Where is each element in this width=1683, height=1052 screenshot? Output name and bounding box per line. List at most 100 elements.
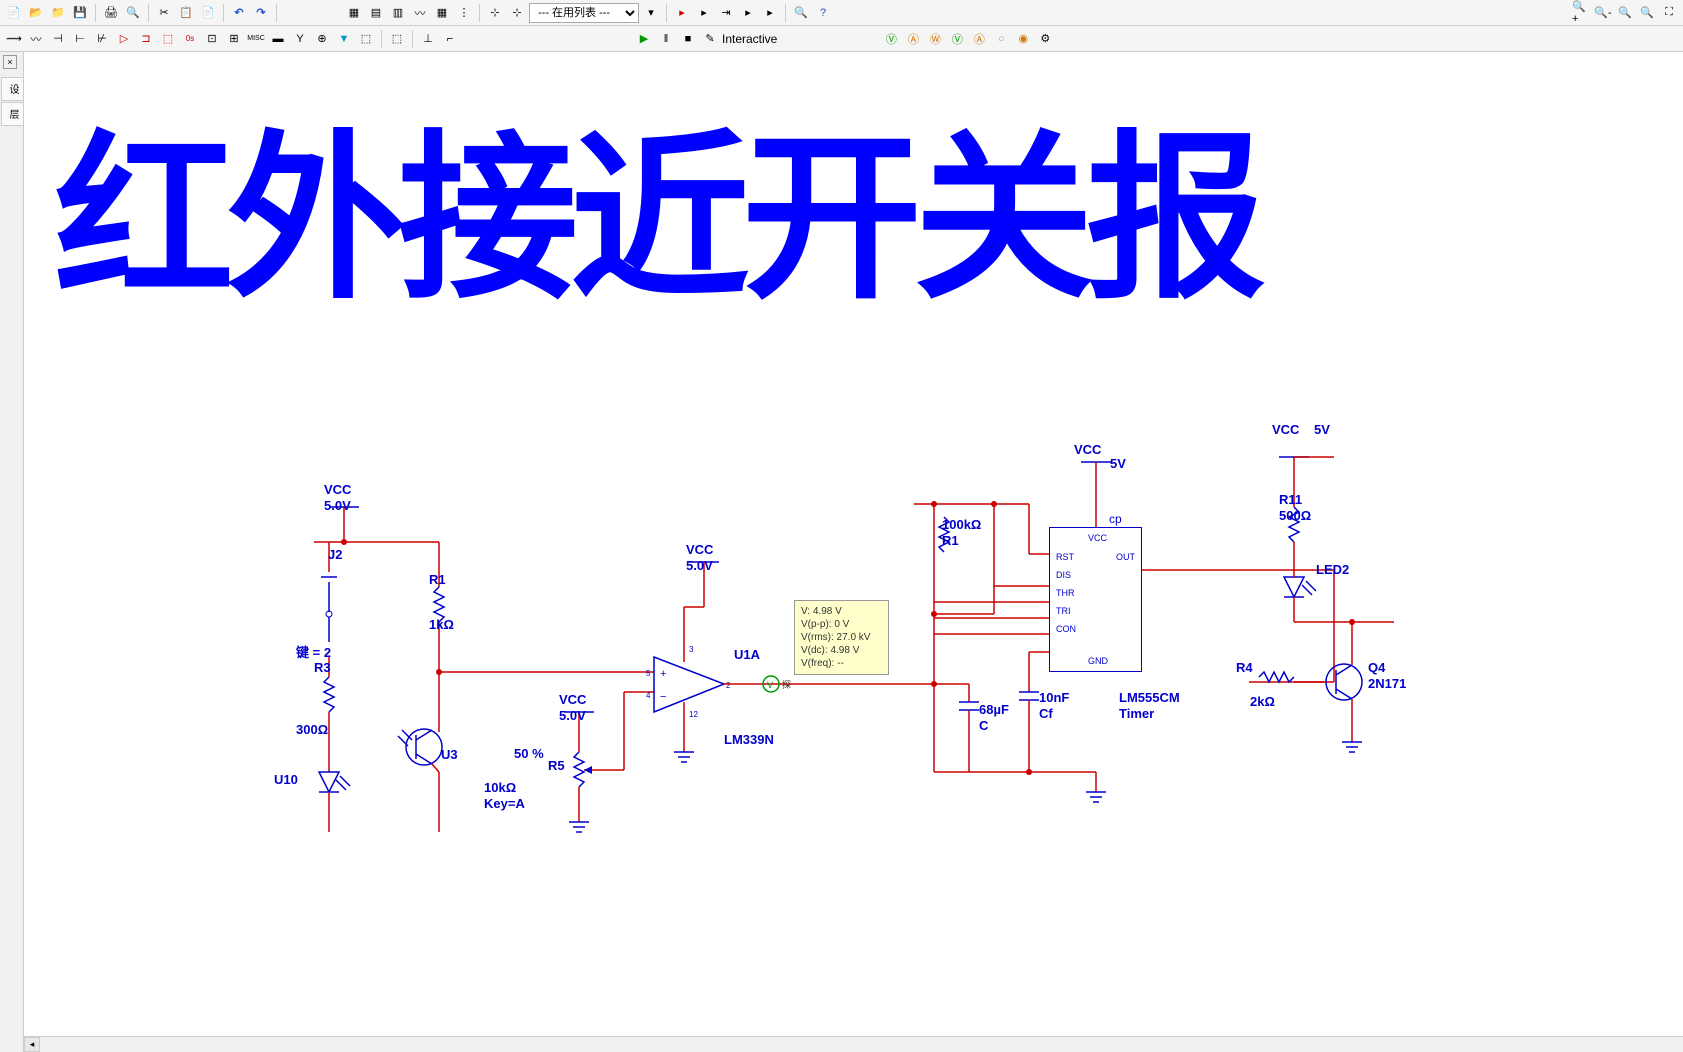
svg-text:V: V bbox=[767, 680, 773, 690]
vcc1-label: VCC bbox=[324, 482, 351, 497]
pause-button[interactable]: ‖ bbox=[656, 29, 676, 49]
place-icon-17[interactable]: ⬚ bbox=[356, 29, 376, 49]
place-icon-4[interactable]: ⊢ bbox=[70, 29, 90, 49]
place-icon-8[interactable]: ⬚ bbox=[158, 29, 178, 49]
probe-v2-icon[interactable]: Ⓥ bbox=[947, 29, 967, 49]
place-icon-16[interactable]: ▼ bbox=[334, 29, 354, 49]
view-icon-1[interactable]: ▦ bbox=[344, 3, 364, 23]
r11-value: 500Ω bbox=[1279, 508, 1311, 523]
r1-value: 1kΩ bbox=[429, 617, 454, 632]
place-icon-13[interactable]: ▬ bbox=[268, 29, 288, 49]
sim-icon-4[interactable]: ▸ bbox=[738, 3, 758, 23]
place-icon-5[interactable]: ⊬ bbox=[92, 29, 112, 49]
r5-key: Key=A bbox=[484, 796, 525, 811]
r3-label: R3 bbox=[314, 660, 331, 675]
zoom-out-icon[interactable]: 🔍- bbox=[1593, 3, 1613, 23]
key2-label: 键 = 2 bbox=[296, 642, 331, 661]
fullscreen-icon[interactable]: ⛶ bbox=[1659, 3, 1679, 23]
undo-icon[interactable]: ↶ bbox=[229, 3, 249, 23]
print-preview-icon[interactable]: 🔍 bbox=[123, 3, 143, 23]
left-tab-2[interactable]: 层 bbox=[1, 102, 24, 126]
new-file-icon[interactable]: 📄 bbox=[4, 3, 24, 23]
c1-value: 68µF bbox=[979, 702, 1009, 717]
place-icon-9[interactable]: 0s bbox=[180, 29, 200, 49]
sim-icon-1[interactable]: ▸ bbox=[672, 3, 692, 23]
place-icon-11[interactable]: ⊞ bbox=[224, 29, 244, 49]
left-tab-1[interactable]: 设 bbox=[1, 77, 24, 101]
place-icon-20[interactable]: ⌐ bbox=[440, 29, 460, 49]
paste-icon[interactable]: 📄 bbox=[198, 3, 218, 23]
place-diode-icon[interactable]: ▷ bbox=[114, 29, 134, 49]
place-icon-3[interactable]: ⊣ bbox=[48, 29, 68, 49]
zoom-area-icon[interactable]: 🔍 bbox=[1615, 3, 1635, 23]
search-icon[interactable]: 🔍 bbox=[791, 3, 811, 23]
probe-tooltip: V: 4.98 V V(p-p): 0 V V(rms): 27.0 kV V(… bbox=[794, 600, 889, 675]
sim-icon-2[interactable]: ▸ bbox=[694, 3, 714, 23]
pin-thr: THR bbox=[1056, 588, 1075, 598]
schematic-canvas[interactable]: 红外接近开关报 bbox=[24, 52, 1683, 1052]
r4-value: 2kΩ bbox=[1250, 694, 1275, 709]
led2-label: LED2 bbox=[1316, 562, 1349, 577]
horizontal-scrollbar[interactable]: ◂ bbox=[24, 1036, 1683, 1052]
place-icon-10[interactable]: ⊡ bbox=[202, 29, 222, 49]
component-list-dropdown[interactable]: --- 在用列表 --- bbox=[529, 3, 639, 23]
sim-icon-3[interactable]: ⇥ bbox=[716, 3, 736, 23]
place-antenna-icon[interactable]: Y bbox=[290, 29, 310, 49]
copy-icon[interactable]: 📋 bbox=[176, 3, 196, 23]
pin-vcc: VCC bbox=[1088, 533, 1107, 543]
probe-a2-icon[interactable]: Ⓐ bbox=[969, 29, 989, 49]
place-icon-1[interactable]: ⟿ bbox=[4, 29, 24, 49]
tooltip-vfreq: V(freq): -- bbox=[801, 657, 882, 670]
svg-text:4: 4 bbox=[646, 691, 651, 700]
place-icon-2[interactable]: 〰 bbox=[26, 29, 46, 49]
scroll-left-button[interactable]: ◂ bbox=[24, 1037, 40, 1052]
open-sample-icon[interactable]: 📁 bbox=[48, 3, 68, 23]
run-button[interactable]: ▶ bbox=[634, 29, 654, 49]
probe-w-icon[interactable]: Ⓦ bbox=[925, 29, 945, 49]
zoom-fit-icon[interactable]: 🔍 bbox=[1637, 3, 1657, 23]
pin-tri: TRI bbox=[1056, 606, 1071, 616]
probe-icon-6[interactable]: ○ bbox=[991, 29, 1011, 49]
gear-icon[interactable]: ⚙ bbox=[1035, 29, 1055, 49]
pin-dis: DIS bbox=[1056, 570, 1071, 580]
r5-label: R5 bbox=[548, 758, 565, 773]
dropdown-arrow-icon[interactable]: ▾ bbox=[641, 3, 661, 23]
place-gate-icon[interactable]: ⊐ bbox=[136, 29, 156, 49]
probe-icon-7[interactable]: ◉ bbox=[1013, 29, 1033, 49]
probe-v-icon[interactable]: Ⓥ bbox=[881, 29, 901, 49]
cut-icon[interactable]: ✂ bbox=[154, 3, 174, 23]
r1b-label: R1 bbox=[942, 533, 959, 548]
view-icon-4[interactable]: 〰 bbox=[410, 3, 430, 23]
redo-icon[interactable]: ↷ bbox=[251, 3, 271, 23]
u10-label: U10 bbox=[274, 772, 298, 787]
tooltip-vdc: V(dc): 4.98 V bbox=[801, 644, 882, 657]
place-icon-15[interactable]: ⊕ bbox=[312, 29, 332, 49]
save-icon[interactable]: 💾 bbox=[70, 3, 90, 23]
interactive-icon[interactable]: ✎ bbox=[700, 29, 720, 49]
component-icon-2[interactable]: ⊹ bbox=[507, 3, 527, 23]
zoom-in-icon[interactable]: 🔍+ bbox=[1571, 3, 1591, 23]
panel-close-button[interactable]: × bbox=[3, 55, 17, 69]
view-icon-3[interactable]: ▥ bbox=[388, 3, 408, 23]
vcc2-label: VCC bbox=[686, 542, 713, 557]
r5-value: 10kΩ bbox=[484, 780, 516, 795]
stop-button[interactable]: ■ bbox=[678, 29, 698, 49]
r4-label: R4 bbox=[1236, 660, 1253, 675]
u1a-label: U1A bbox=[734, 647, 760, 662]
component-icon-1[interactable]: ⊹ bbox=[485, 3, 505, 23]
svg-text:5: 5 bbox=[646, 669, 651, 678]
place-icon-18[interactable]: ⬚ bbox=[387, 29, 407, 49]
c1-label: C bbox=[979, 718, 988, 733]
probe-a-icon[interactable]: Ⓐ bbox=[903, 29, 923, 49]
print-icon[interactable]: 🖨 bbox=[101, 3, 121, 23]
view-icon-2[interactable]: ▤ bbox=[366, 3, 386, 23]
place-icon-19[interactable]: ⊥ bbox=[418, 29, 438, 49]
open-file-icon[interactable]: 📂 bbox=[26, 3, 46, 23]
place-misc-icon[interactable]: MISC bbox=[246, 29, 266, 49]
help-icon[interactable]: ? bbox=[813, 3, 833, 23]
toolbar-components: ⟿ 〰 ⊣ ⊢ ⊬ ▷ ⊐ ⬚ 0s ⊡ ⊞ MISC ▬ Y ⊕ ▼ ⬚ ⬚ … bbox=[0, 26, 1683, 52]
view-icon-5[interactable]: ▦ bbox=[432, 3, 452, 23]
view-icon-6[interactable]: ⋮ bbox=[454, 3, 474, 23]
sim-icon-5[interactable]: ▸ bbox=[760, 3, 780, 23]
vcc3-value: 5.0V bbox=[559, 708, 586, 723]
